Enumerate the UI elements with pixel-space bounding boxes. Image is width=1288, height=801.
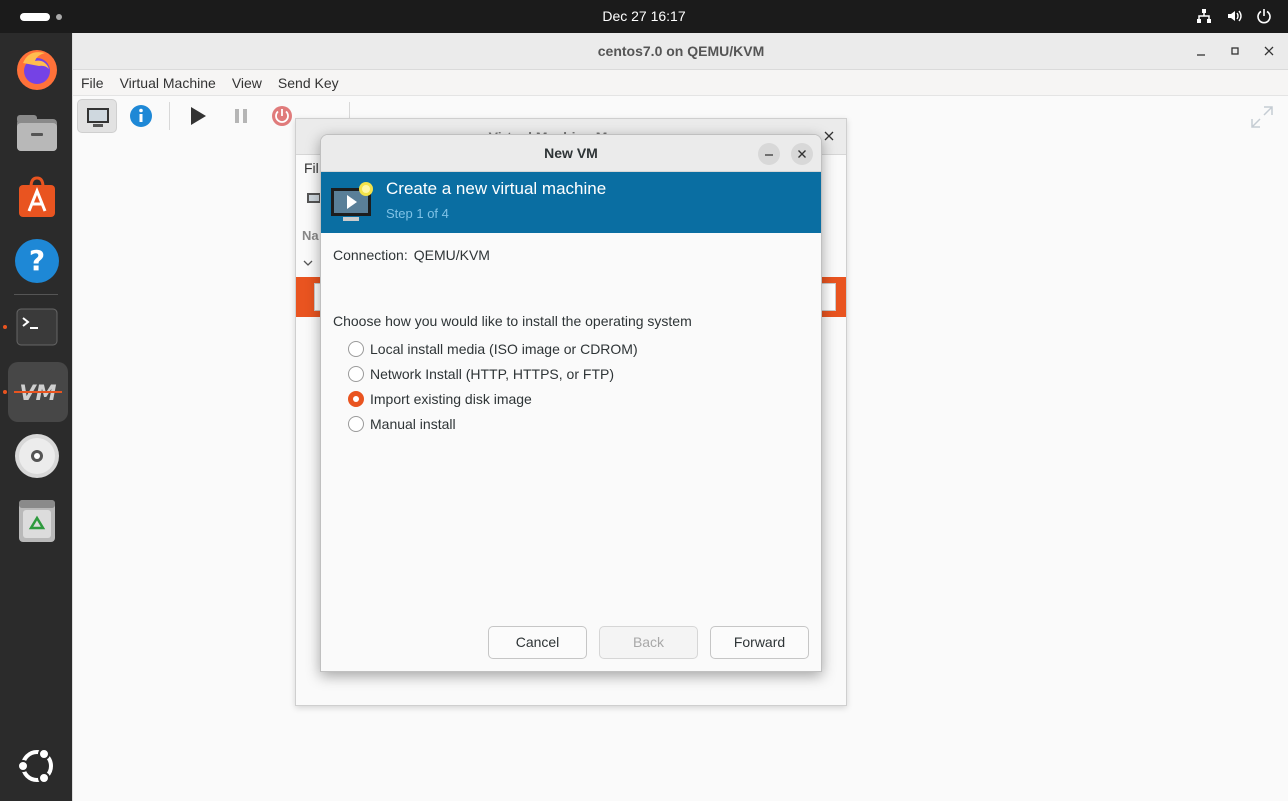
option-manual-install[interactable]: Manual install (348, 414, 456, 434)
disc-icon[interactable] (13, 432, 61, 480)
virt-manager-icon[interactable]: VM (8, 362, 68, 422)
svg-text:?: ? (29, 244, 45, 277)
radio-local-install-media[interactable] (348, 341, 364, 357)
window-titlebar[interactable]: centos7.0 on QEMU/KVM (73, 33, 1288, 70)
fullscreen-icon[interactable] (1249, 104, 1275, 133)
radio-network-install[interactable] (348, 366, 364, 382)
cancel-button[interactable]: Cancel (488, 626, 587, 659)
back-button[interactable]: Back (599, 626, 698, 659)
close-icon[interactable] (1261, 43, 1277, 59)
menu-send-key[interactable]: Send Key (270, 70, 347, 95)
run-button[interactable] (178, 99, 218, 133)
files-icon[interactable] (13, 109, 61, 157)
option-label: Network Install (HTTP, HTTPS, or FTP) (370, 366, 614, 382)
details-view-button[interactable] (121, 99, 161, 133)
pause-button[interactable] (221, 99, 261, 133)
new-vm-dialog: New VM Create a new virtual machine Step… (320, 134, 822, 672)
dialog-title: New VM (544, 145, 598, 161)
chevron-down-icon[interactable] (302, 256, 314, 272)
terminal-icon[interactable] (13, 303, 61, 351)
manager-close-icon[interactable] (822, 129, 836, 146)
console-view-button[interactable] (77, 99, 117, 133)
dialog-minimize-icon[interactable] (758, 143, 780, 165)
connection-row: Connection: QEMU/KVM (333, 247, 490, 263)
dialog-header-banner: Create a new virtual machine Step 1 of 4 (321, 172, 821, 233)
trash-icon[interactable] (13, 496, 61, 544)
volume-icon[interactable] (1226, 8, 1242, 24)
forward-button[interactable]: Forward (710, 626, 809, 659)
manager-menu-file[interactable]: Fil (304, 160, 319, 176)
menu-virtual-machine[interactable]: Virtual Machine (112, 70, 224, 95)
ubuntu-logo-icon[interactable] (13, 742, 61, 790)
window-title: centos7.0 on QEMU/KVM (597, 43, 765, 59)
dialog-step-label: Step 1 of 4 (386, 206, 449, 221)
connection-label: Connection: (333, 247, 408, 263)
power-icon[interactable] (1256, 8, 1272, 24)
system-tray[interactable] (1196, 8, 1272, 24)
option-local-install-media[interactable]: Local install media (ISO image or CDROM) (348, 339, 638, 359)
minimize-icon[interactable] (1193, 43, 1209, 59)
manager-column-header: Na (302, 228, 319, 243)
clock[interactable]: Dec 27 16:17 (0, 8, 1288, 24)
dock: ? VM (0, 33, 72, 801)
option-label: Local install media (ISO image or CDROM) (370, 341, 638, 357)
menu-view[interactable]: View (224, 70, 270, 95)
connection-value: QEMU/KVM (413, 247, 490, 263)
option-label: Manual install (370, 416, 456, 432)
help-icon[interactable]: ? (13, 237, 61, 285)
new-vm-monitor-icon (329, 180, 377, 224)
option-import-disk-image[interactable]: Import existing disk image (348, 389, 532, 409)
option-network-install[interactable]: Network Install (HTTP, HTTPS, or FTP) (348, 364, 614, 384)
dialog-titlebar[interactable]: New VM (321, 135, 821, 172)
network-icon[interactable] (1196, 8, 1212, 24)
top-bar: Dec 27 16:17 (0, 0, 1288, 33)
dialog-close-icon[interactable] (791, 143, 813, 165)
app-center-icon[interactable] (13, 173, 61, 221)
maximize-icon[interactable] (1227, 43, 1243, 59)
install-method-prompt: Choose how you would like to install the… (333, 313, 692, 329)
dialog-header-title: Create a new virtual machine (386, 179, 607, 198)
radio-manual-install[interactable] (348, 416, 364, 432)
radio-import-disk-image[interactable] (348, 391, 364, 407)
firefox-icon[interactable] (13, 45, 61, 93)
option-label: Import existing disk image (370, 391, 532, 407)
menu-file[interactable]: File (73, 70, 112, 95)
menu-bar: File Virtual Machine View Send Key (73, 70, 1288, 96)
